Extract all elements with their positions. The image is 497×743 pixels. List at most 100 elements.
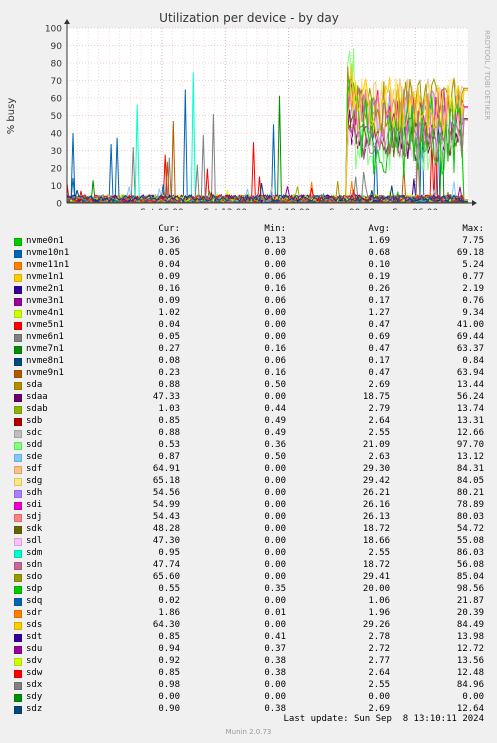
legend-row: sdab 1.03 0.44 2.79 13.74 [0,403,497,415]
y-tick-label: 80 [51,60,63,70]
legend-name: sdu [26,644,43,654]
legend-row: sdaa 47.33 0.00 18.75 56.24 [0,391,497,403]
y-axis-label: % busy [6,98,17,135]
legend-swatch [14,658,22,666]
legend-row: nvme7n1 0.27 0.16 0.47 63.37 [0,343,497,355]
legend-swatch [14,418,22,426]
y-tick-label: 10 [51,182,63,192]
legend-avg: 0.00 [368,692,390,702]
legend-name: nvme1n1 [26,272,64,282]
legend-max: 56.08 [456,560,484,570]
legend-cur: 0.08 [158,356,180,366]
legend-avg: 0.26 [368,284,390,294]
legend-name: nvme4n1 [26,308,64,318]
legend-cur: 0.55 [158,584,180,594]
y-tick-label: 40 [51,130,63,140]
legend-name: nvme8n1 [26,356,64,366]
legend-cur: 0.95 [158,548,180,558]
legend-avg: 26.21 [362,488,390,498]
legend-avg: 2.55 [368,680,390,690]
legend-max: 13.56 [456,656,484,666]
legend-name: sdaa [26,392,48,402]
legend-max: 84.05 [456,476,484,486]
legend-max: 84.31 [456,464,484,474]
legend-cur: 0.36 [158,236,180,246]
legend-row: sdh 54.56 0.00 26.21 80.21 [0,487,497,499]
legend-swatch [14,694,22,702]
legend-avg: 0.19 [368,272,390,282]
legend-row: sds 64.30 0.00 29.26 84.49 [0,619,497,631]
legend-min: 0.00 [264,248,286,258]
legend-max: 98.56 [456,584,484,594]
legend-name: sdc [26,428,43,438]
legend-cur: 1.02 [158,308,180,318]
legend-max: 13.31 [456,416,484,426]
legend-avg: 0.68 [368,248,390,258]
legend-row: sdy 0.00 0.00 0.00 0.00 [0,691,497,703]
legend-min: 0.00 [264,260,286,270]
legend-min: 0.00 [264,332,286,342]
legend-row: nvme4n1 1.02 0.00 1.27 9.34 [0,307,497,319]
legend-max: 12.48 [456,668,484,678]
legend-cur: 1.86 [158,608,180,618]
legend-min: 0.00 [264,692,286,702]
legend-min: 0.16 [264,368,286,378]
legend-min: 0.00 [264,320,286,330]
legend-swatch [14,466,22,474]
legend-cur: 47.33 [152,392,180,402]
legend-min: 0.00 [264,512,286,522]
legend-avg: 2.72 [368,644,390,654]
legend-max: 13.12 [456,452,484,462]
legend-min: 0.00 [264,680,286,690]
legend-avg: 0.47 [368,368,390,378]
legend-swatch [14,382,22,390]
legend-cur: 0.09 [158,272,180,282]
legend-cur: 47.30 [152,536,180,546]
legend-row: sdb 0.85 0.49 2.64 13.31 [0,415,497,427]
legend-min: 0.00 [264,308,286,318]
legend-max: 80.21 [456,488,484,498]
legend-name: sdb [26,416,43,426]
legend-row: sdp 0.55 0.35 20.00 98.56 [0,583,497,595]
legend-cur: 0.88 [158,428,180,438]
legend-name: sdn [26,560,43,570]
y-tick-label: 100 [45,25,62,35]
legend-cur: 0.00 [158,692,180,702]
legend-cur: 54.56 [152,488,180,498]
legend-max: 86.03 [456,548,484,558]
legend-min: 0.00 [264,464,286,474]
legend-avg: 2.69 [368,380,390,390]
legend-row: sdt 0.85 0.41 2.78 13.98 [0,631,497,643]
legend-swatch [14,274,22,282]
legend-avg: 0.10 [368,260,390,270]
legend-avg: 18.72 [362,524,390,534]
legend-min: 0.00 [264,488,286,498]
legend-min: 0.01 [264,608,286,618]
legend-min: 0.00 [264,596,286,606]
legend-avg: 26.16 [362,500,390,510]
legend-swatch [14,430,22,438]
legend-swatch [14,442,22,450]
legend-name: sdq [26,596,43,606]
legend-name: sda [26,380,43,390]
y-tick-label: 30 [51,147,63,157]
legend-avg: 2.64 [368,668,390,678]
legend-min: 0.00 [264,548,286,558]
legend-swatch [14,706,22,714]
legend-cur: 0.87 [158,452,180,462]
chart-title: Utilization per device - by day [159,11,339,25]
legend-max: 13.98 [456,632,484,642]
legend-cur: 64.30 [152,620,180,630]
legend-swatch [14,238,22,246]
legend-avg: 2.55 [368,548,390,558]
legend-name: sdm [26,548,43,558]
legend-min: 0.00 [264,572,286,582]
legend-min: 0.00 [264,536,286,546]
legend-avg: 0.47 [368,320,390,330]
legend-swatch [14,646,22,654]
legend-swatch [14,262,22,270]
legend-avg: 1.69 [368,236,390,246]
legend-cur: 0.92 [158,656,180,666]
legend-name: nvme7n1 [26,344,64,354]
legend-cur: 54.99 [152,500,180,510]
